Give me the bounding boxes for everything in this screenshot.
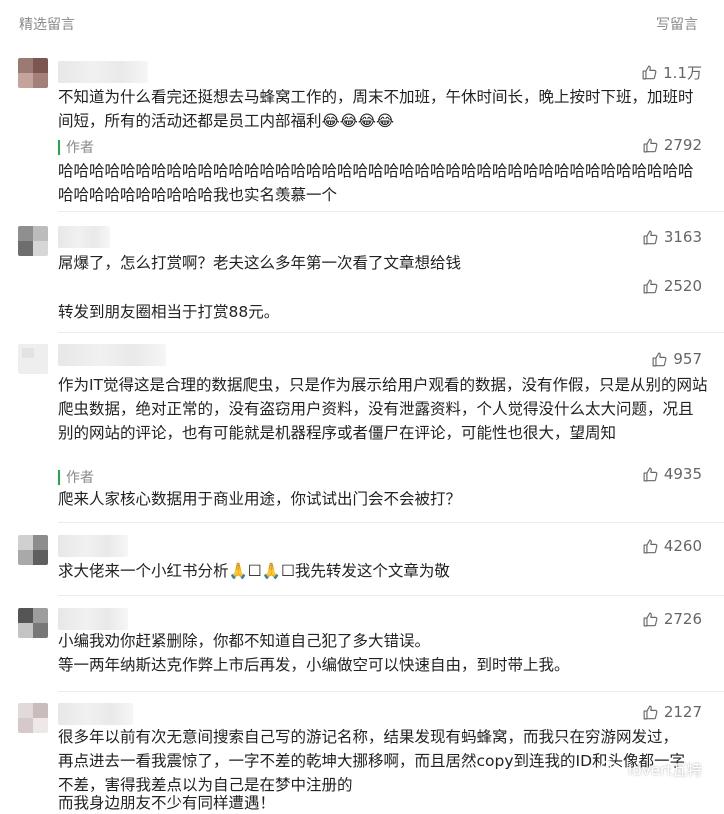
reply-like-count: 4935 [663,465,702,483]
thumb-up-icon [642,611,659,628]
like-count: 957 [673,350,702,368]
comment-text: 作为IT觉得这是合理的数据爬虫，只是作为展示给用户观看的数据，没有作假，只是从别… [58,376,708,442]
comment-text: 求大佬来一个小红书分析🙏☐🙏☐我先转发这个文章为敬 [58,562,450,580]
like-count: 2127 [663,703,702,721]
nickname-blurred [58,344,166,366]
author-reply-text: 转发到朋友圈相当于打赏88元。 [58,303,280,321]
divider [58,691,724,692]
like-button[interactable]: 2726 [642,610,702,628]
like-button[interactable]: 1.1万 [641,62,702,83]
avatar [18,703,48,733]
nickname-blurred [58,226,110,248]
avatar [18,226,48,256]
avatar [18,608,48,638]
avatar [18,344,48,374]
nickname-blurred [58,61,148,83]
comment-text: 很多年以前有次无意间搜索自己写的游记名称，结果发现有蚂蜂窝，而我只在穷游网发过，… [58,728,686,794]
author-label: 作者 [66,470,94,486]
divider [58,211,724,212]
write-comment-button[interactable]: 写留言 [656,14,698,34]
like-button[interactable]: 2127 [642,703,702,721]
reply-like-count: 2520 [663,277,702,295]
author-reply-text: 哈哈哈哈哈哈哈哈哈哈哈哈哈哈哈哈哈哈哈哈哈哈哈哈哈哈哈哈哈哈哈哈哈哈哈哈哈哈哈哈… [58,162,694,204]
thumb-up-icon [651,351,668,368]
divider [58,332,724,333]
nickname-blurred [58,703,133,725]
thumb-up-icon [642,538,659,555]
reply-like-button[interactable]: 2520 [642,277,702,295]
nickname-blurred [58,535,128,557]
comment-text: 小编我劝你赶紧删除，你都不知道自己犯了多大错误。 [58,632,431,650]
thumb-up-icon [642,229,659,246]
wechat-icon [600,760,621,778]
comments-header: 精选留言 写留言 [0,0,724,44]
like-button[interactable]: 3163 [642,228,702,246]
like-count: 4260 [663,537,702,555]
comment-text-line: 而我身边朋友不少有同样遭遇！ [58,794,276,812]
like-count: 3163 [663,228,702,246]
author-bar [58,469,60,485]
author-bar [58,139,60,155]
like-count: 2726 [663,610,702,628]
author-reply-label: 作者 [58,137,94,157]
comment-text: 屌爆了，怎么打赏啊？老夫这么多年第一次看了文章想给钱 [58,254,462,272]
author-reply-label: 作者 [58,467,94,487]
like-button[interactable]: 4260 [642,537,702,555]
watermark: Idvert瓦特 [600,759,702,780]
watermark-text: Idvert瓦特 [627,761,702,779]
like-button[interactable]: 957 [651,350,702,368]
section-title: 精选留言 [19,17,75,33]
thumb-up-icon [642,466,659,483]
divider [58,522,724,523]
reply-like-button[interactable]: 4935 [642,465,702,483]
thumb-up-icon [641,64,658,81]
author-label: 作者 [66,140,94,156]
reply-like-button[interactable]: 2792 [642,136,702,154]
avatar [18,535,48,565]
like-count: 1.1万 [663,64,702,82]
nickname-blurred [58,608,128,630]
thumb-up-icon [642,137,659,154]
avatar [18,58,48,88]
comment-text-line: 等一两年纳斯达克作弊上市后再发，小编做空可以快速自由，到时带上我。 [58,656,570,674]
comment-text: 不知道为什么看完还挺想去马蜂窝工作的，周末不加班，午休时间长，晚上按时下班，加班… [58,88,694,130]
divider [58,595,724,596]
thumb-up-icon [642,704,659,721]
author-reply-text: 爬来人家核心数据用于商业用途，你试试出门会不会被打？ [58,490,462,508]
thumb-up-icon [642,278,659,295]
reply-like-count: 2792 [663,136,702,154]
